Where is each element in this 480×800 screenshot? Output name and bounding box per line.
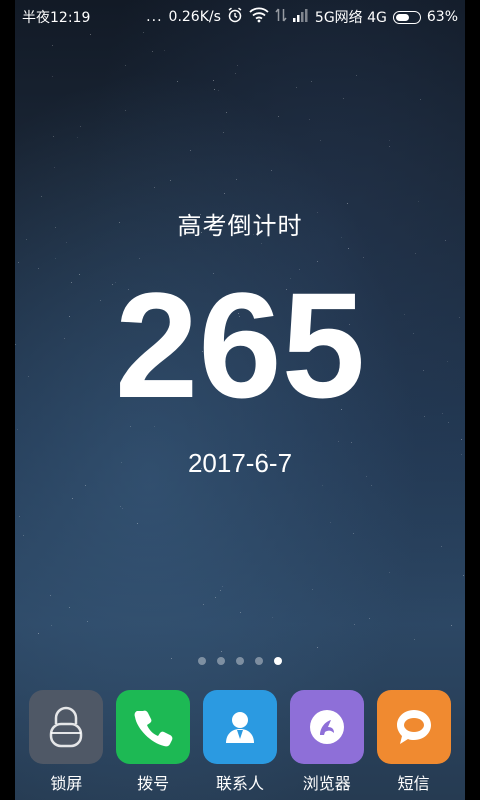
alarm-icon	[227, 7, 243, 27]
notification-dots: ...	[146, 9, 163, 25]
dock-app-label: 短信	[397, 774, 430, 793]
page-dot[interactable]	[274, 657, 282, 665]
signal-icon	[292, 8, 309, 26]
dock-app-label: 联系人	[215, 774, 264, 793]
dock-app[interactable]: 锁屏	[27, 690, 105, 800]
dock-app-label: 锁屏	[50, 774, 83, 793]
browser-icon[interactable]	[289, 690, 364, 764]
dock-app[interactable]: 拨号	[114, 690, 192, 800]
network-type: 5G网络 4G	[314, 10, 387, 26]
dock-app[interactable]: 短信	[375, 690, 453, 800]
page-dot[interactable]	[198, 657, 206, 665]
contact-icon[interactable]	[202, 690, 277, 764]
battery-icon	[392, 10, 421, 24]
countdown-date: 2017-6-7	[187, 448, 293, 478]
app-dock: 锁屏 拨号 联系人 浏览器 短信	[15, 690, 465, 800]
network-speed: 0.26K/s	[168, 9, 221, 25]
dock-app-label: 浏览器	[302, 774, 351, 793]
wifi-icon	[249, 7, 269, 27]
dock-app[interactable]: 浏览器	[288, 690, 366, 800]
data-transfer-icon	[275, 7, 287, 27]
battery-percent: 63%	[426, 9, 458, 25]
page-dot[interactable]	[217, 657, 225, 665]
page-indicator[interactable]	[15, 657, 465, 665]
lock-icon[interactable]	[29, 690, 104, 764]
dock-app-label: 拨号	[137, 774, 170, 793]
status-bar: 半夜12:19 ... 0.26K/s 5G网络 4G 63%	[15, 0, 465, 32]
phone-icon[interactable]	[116, 690, 191, 764]
page-dot[interactable]	[255, 657, 263, 665]
dock-app[interactable]: 联系人	[201, 690, 279, 800]
countdown-days: 265	[114, 261, 366, 429]
countdown-title: 高考倒计时	[177, 212, 303, 240]
status-time: 半夜12:19	[22, 10, 91, 26]
page-dot[interactable]	[236, 657, 244, 665]
message-icon[interactable]	[376, 690, 451, 764]
home-screen: 半夜12:19 ... 0.26K/s 5G网络 4G 63% 高考倒计时 26…	[15, 0, 465, 800]
